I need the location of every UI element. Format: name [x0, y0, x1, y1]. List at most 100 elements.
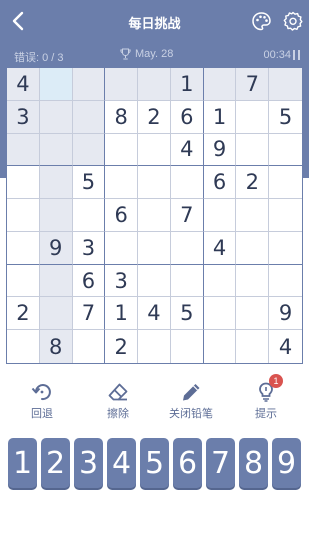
sudoku-cell[interactable] [269, 265, 302, 298]
sudoku-cell[interactable] [236, 297, 270, 331]
number-key-8[interactable]: 8 [239, 438, 268, 488]
sudoku-cell[interactable] [7, 199, 40, 232]
sudoku-cell[interactable] [269, 199, 302, 232]
theme-button[interactable] [251, 11, 272, 32]
settings-button[interactable] [283, 11, 303, 31]
sudoku-cell[interactable]: 8 [39, 330, 73, 363]
sudoku-cell[interactable] [7, 133, 40, 167]
sudoku-cell[interactable] [236, 231, 270, 265]
sudoku-cell[interactable]: 3 [105, 264, 139, 298]
sudoku-cell[interactable]: 6 [170, 100, 204, 134]
sudoku-cell[interactable]: 5 [170, 297, 204, 331]
sudoku-cell[interactable]: 1 [170, 68, 204, 101]
sudoku-cell[interactable] [236, 264, 270, 298]
sudoku-cell[interactable]: 5 [72, 166, 106, 200]
sudoku-cell[interactable] [39, 297, 73, 331]
sudoku-cell[interactable] [73, 330, 106, 363]
sudoku-cell[interactable] [39, 264, 73, 298]
sudoku-cell[interactable] [236, 100, 270, 134]
sudoku-cell[interactable]: 3 [7, 100, 40, 134]
sudoku-cell[interactable]: 7 [236, 68, 270, 101]
sudoku-cell[interactable] [105, 68, 139, 101]
sudoku-cell[interactable]: 2 [138, 100, 171, 134]
sudoku-cell[interactable]: 2 [105, 330, 139, 363]
sudoku-cell[interactable] [39, 166, 73, 200]
sudoku-cell[interactable] [72, 133, 106, 167]
sudoku-cell[interactable]: 3 [72, 231, 106, 265]
sudoku-cell[interactable]: 4 [170, 133, 204, 167]
number-key-6[interactable]: 6 [173, 438, 202, 488]
challenge-date: May. 28 [120, 48, 173, 60]
sudoku-cell[interactable] [236, 199, 270, 232]
sudoku-cell[interactable] [170, 264, 204, 298]
number-key-3[interactable]: 3 [74, 438, 103, 488]
sudoku-cell[interactable] [39, 100, 73, 134]
sudoku-cell[interactable] [204, 330, 237, 363]
sudoku-cell[interactable] [105, 231, 139, 265]
sudoku-cell[interactable] [269, 232, 302, 265]
sudoku-cell[interactable] [138, 68, 171, 101]
sudoku-cell[interactable] [170, 231, 204, 265]
number-key-1[interactable]: 1 [8, 438, 37, 488]
sudoku-cell[interactable]: 4 [7, 68, 40, 101]
sudoku-cell[interactable] [72, 199, 106, 232]
sudoku-cell[interactable] [39, 68, 73, 101]
sudoku-cell[interactable]: 5 [269, 101, 302, 134]
sudoku-cell[interactable] [138, 231, 171, 265]
erase-button[interactable]: 擦除 [83, 382, 153, 421]
sudoku-cell[interactable] [269, 68, 302, 101]
sudoku-cell[interactable] [138, 199, 171, 232]
sudoku-cell[interactable] [138, 330, 171, 363]
sudoku-cell[interactable] [138, 166, 171, 200]
sudoku-cell[interactable] [7, 231, 40, 265]
pause-button[interactable] [293, 50, 301, 60]
sudoku-cell[interactable] [7, 330, 40, 363]
sudoku-cell[interactable] [203, 68, 237, 101]
sudoku-cell[interactable]: 2 [7, 297, 40, 331]
sudoku-cell[interactable]: 7 [72, 297, 106, 331]
sudoku-cell[interactable] [170, 166, 204, 200]
sudoku-cell[interactable] [7, 264, 40, 298]
hint-button[interactable]: 1 提示 [231, 374, 301, 421]
sudoku-cell[interactable] [7, 166, 40, 200]
sudoku-cell[interactable] [171, 330, 204, 363]
sudoku-cell[interactable]: 4 [138, 297, 171, 331]
sudoku-cell[interactable] [203, 264, 237, 298]
sudoku-cell[interactable] [236, 330, 270, 363]
app-header: 每日挑战 [0, 0, 309, 44]
sudoku-cell[interactable] [138, 264, 171, 298]
number-key-2[interactable]: 2 [41, 438, 70, 488]
sudoku-cell[interactable]: 8 [105, 100, 139, 134]
sudoku-cell[interactable] [203, 297, 237, 331]
sudoku-cell[interactable]: 2 [236, 166, 270, 200]
sudoku-cell[interactable]: 4 [269, 330, 302, 363]
sudoku-cell[interactable] [72, 100, 106, 134]
number-key-7[interactable]: 7 [206, 438, 235, 488]
sudoku-cell[interactable] [105, 166, 139, 200]
sudoku-cell[interactable]: 6 [203, 166, 237, 200]
sudoku-cell[interactable]: 9 [269, 297, 302, 331]
sudoku-cell[interactable] [105, 133, 139, 167]
sudoku-cell[interactable]: 9 [203, 133, 237, 167]
sudoku-cell[interactable] [138, 133, 171, 167]
sudoku-cell[interactable] [39, 199, 73, 232]
number-key-9[interactable]: 9 [272, 438, 301, 488]
undo-button[interactable]: 回退 [7, 382, 77, 421]
sudoku-cell[interactable] [39, 133, 73, 167]
sudoku-cell[interactable] [203, 199, 237, 232]
sudoku-cell[interactable] [236, 133, 270, 167]
sudoku-cell[interactable] [269, 166, 302, 200]
sudoku-cell[interactable]: 6 [105, 199, 139, 232]
pencil-toggle-button[interactable]: 关闭铅笔 [156, 382, 226, 421]
number-key-5[interactable]: 5 [140, 438, 169, 488]
sudoku-cell[interactable]: 1 [105, 297, 139, 331]
sudoku-cell[interactable]: 9 [39, 231, 73, 265]
sudoku-cell[interactable]: 6 [72, 264, 106, 298]
number-key-4[interactable]: 4 [107, 438, 136, 488]
sudoku-cell[interactable] [269, 134, 302, 167]
sudoku-cell[interactable]: 7 [170, 199, 204, 232]
pencil-icon [183, 384, 200, 401]
sudoku-cell[interactable]: 1 [203, 100, 237, 134]
sudoku-cell[interactable]: 4 [203, 231, 237, 265]
sudoku-cell[interactable] [72, 68, 106, 101]
